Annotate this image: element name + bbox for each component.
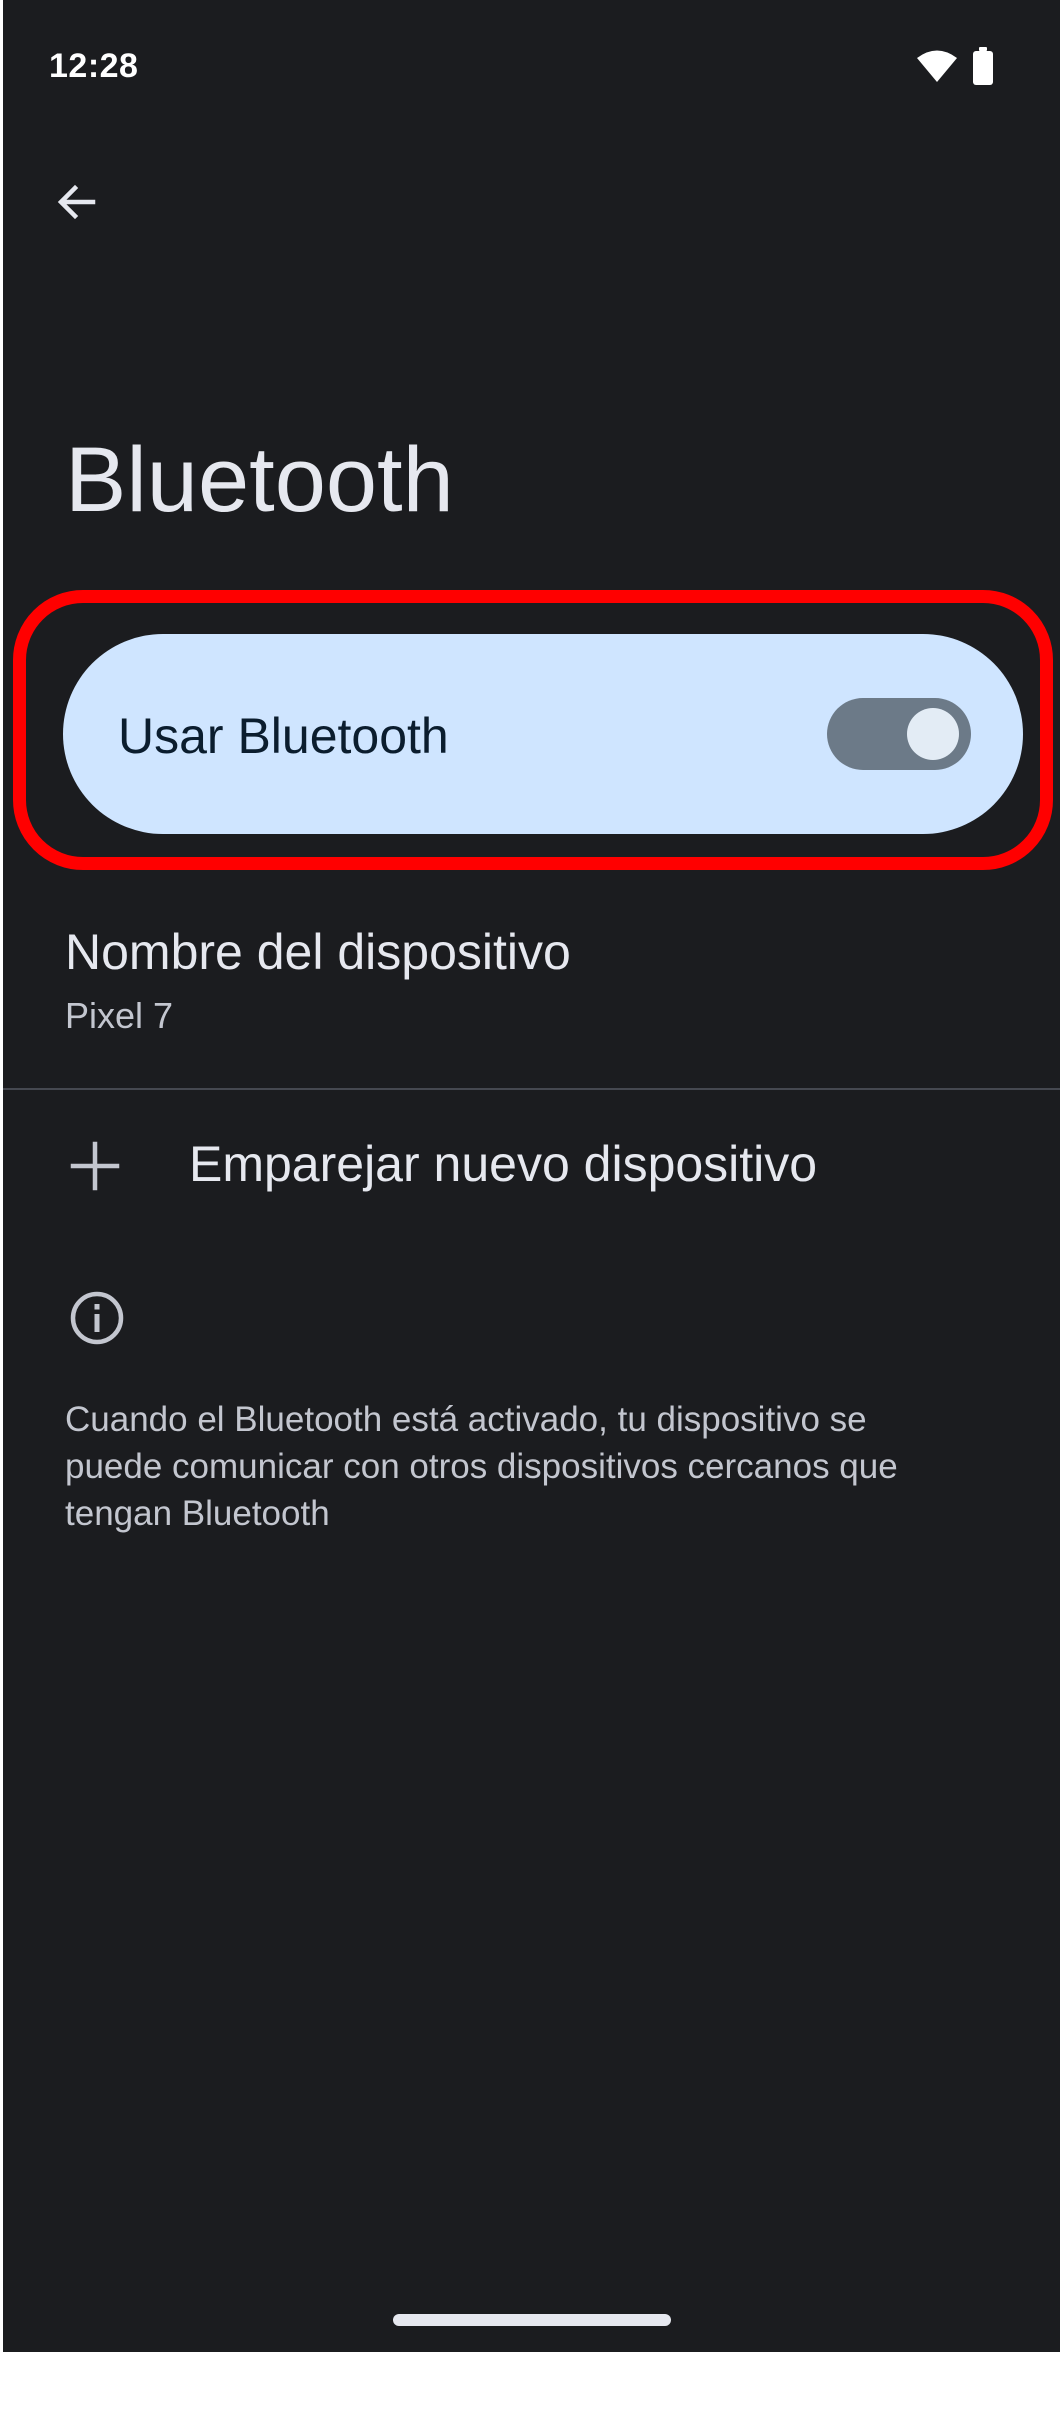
- settings-screen: 12:28 Bluetooth Usar Bluetooth Nombre de…: [3, 0, 1060, 2352]
- bluetooth-switch[interactable]: [827, 698, 971, 770]
- use-bluetooth-toggle[interactable]: Usar Bluetooth: [63, 634, 1023, 834]
- divider: [3, 1088, 1060, 1090]
- wifi-icon: [917, 50, 957, 82]
- info-icon: [70, 1291, 124, 1345]
- page-title: Bluetooth: [65, 429, 454, 531]
- device-name-value: Pixel 7: [65, 995, 174, 1036]
- device-name-title: Nombre del dispositivo: [65, 924, 571, 980]
- arrow-back-icon: [57, 184, 96, 220]
- status-time: 12:28: [49, 47, 139, 85]
- battery-icon: [973, 47, 993, 85]
- pair-new-device-label: Emparejar nuevo dispositivo: [189, 1136, 818, 1192]
- use-bluetooth-label: Usar Bluetooth: [118, 708, 449, 764]
- gesture-nav-handle[interactable]: [393, 2314, 671, 2326]
- device-name-row[interactable]: Nombre del dispositivo Pixel 7: [3, 900, 1060, 1070]
- back-button[interactable]: [35, 160, 119, 244]
- bluetooth-info-text: Cuando el Bluetooth está activado, tu di…: [65, 1400, 898, 1533]
- plus-icon: [70, 1141, 120, 1191]
- switch-thumb: [907, 708, 959, 760]
- pair-new-device-button[interactable]: Emparejar nuevo dispositivo: [3, 1110, 1060, 1220]
- status-bar: 12:28: [3, 0, 1060, 110]
